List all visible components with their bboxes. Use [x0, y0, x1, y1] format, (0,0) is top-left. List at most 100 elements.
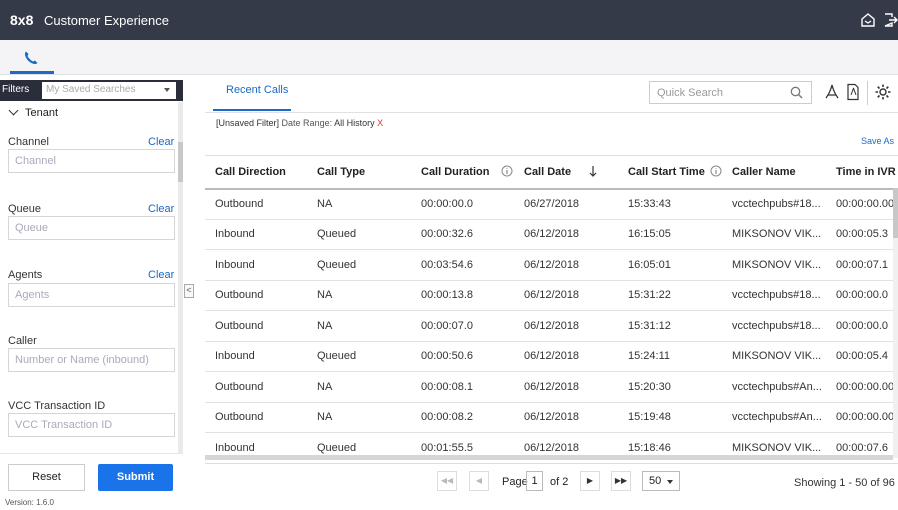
acrobat-icon[interactable] — [823, 83, 841, 101]
page-size-select[interactable]: 50 — [642, 471, 680, 491]
toolbar-divider — [867, 81, 868, 105]
quick-search-input[interactable]: Quick Search — [649, 81, 812, 104]
table-row[interactable]: Outbound NA 00:00:08.1 06/12/2018 15:20:30 vc… — [205, 371, 898, 403]
cell-call-duration: 00:00:13.8 — [411, 280, 514, 311]
pdf-export-icon[interactable] — [844, 83, 862, 101]
collapse-panel-button[interactable]: < — [184, 284, 194, 298]
remove-filter-icon[interactable]: X — [377, 118, 383, 128]
column-header-call-type[interactable]: Call Type — [307, 155, 411, 190]
cell-call-direction: Inbound — [205, 219, 307, 250]
cell-time-in-ivr: 00:00:00.0 — [826, 280, 898, 311]
column-header-call-direction[interactable]: Call Direction — [205, 155, 307, 190]
saved-searches-placeholder: My Saved Searches — [46, 84, 136, 95]
cell-call-duration: 00:00:08.1 — [411, 371, 514, 403]
table-horizontal-scrollbar[interactable] — [205, 455, 893, 460]
gear-icon[interactable] — [874, 83, 892, 101]
page-of-label: of 2 — [550, 476, 569, 488]
recent-calls-view: Recent Calls Quick Search [Unsaved Filte… — [205, 75, 898, 510]
cell-call-start-time: 15:20:30 — [618, 371, 722, 403]
cell-call-duration: 00:00:08.2 — [411, 402, 514, 433]
caller-label: Caller — [8, 335, 37, 347]
column-header-call-date[interactable]: Call Date — [514, 155, 618, 190]
cell-call-start-time: 15:31:12 — [618, 310, 722, 342]
previous-page-button[interactable]: ◀ — [469, 471, 489, 491]
cell-call-type: Queued — [307, 249, 411, 281]
info-icon[interactable] — [501, 165, 513, 177]
saved-searches-select[interactable]: My Saved Searches — [42, 82, 176, 99]
page-number-input[interactable]: 1 — [526, 471, 543, 491]
vcc-transaction-label: VCC Transaction ID — [8, 400, 106, 412]
chevron-down-icon — [164, 88, 170, 92]
cell-call-start-time: 15:33:43 — [618, 188, 722, 220]
submit-button[interactable]: Submit — [98, 464, 173, 491]
info-icon[interactable] — [710, 165, 722, 177]
vcc-transaction-input[interactable]: VCC Transaction ID — [8, 413, 175, 437]
column-header-call-start-time[interactable]: Call Start Time — [618, 155, 722, 190]
table-row[interactable]: Outbound NA 00:00:08.2 06/12/2018 15:19:48 vc… — [205, 402, 898, 433]
table-row[interactable]: Outbound NA 00:00:07.0 06/12/2018 15:31:12 vc… — [205, 310, 898, 342]
tab-calls[interactable] — [10, 46, 54, 74]
version-label: Version: 1.6.0 — [5, 498, 54, 507]
cell-call-date: 06/12/2018 — [514, 219, 618, 250]
agents-input[interactable]: Agents — [8, 283, 175, 307]
cell-call-duration: 00:03:54.6 — [411, 249, 514, 281]
table-row[interactable]: Outbound NA 00:00:00.0 06/27/2018 15:33:43 vc… — [205, 188, 898, 220]
table-row[interactable]: Inbound Queued 00:00:32.6 06/12/2018 16:15:0… — [205, 219, 898, 250]
cell-time-in-ivr: 00:00:00.00 — [826, 402, 898, 433]
cell-time-in-ivr: 00:00:00.0 — [826, 310, 898, 342]
agents-clear-link[interactable]: Clear — [148, 269, 174, 281]
table-row[interactable]: Inbound Queued 00:03:54.6 06/12/2018 16:05:0… — [205, 249, 898, 281]
table-vertical-scrollbar[interactable] — [893, 188, 898, 458]
save-as-link[interactable]: Save As — [861, 136, 894, 146]
last-page-button[interactable]: ▶▶ — [611, 471, 631, 491]
table-header-row: Call Direction Call Type Call Duration C… — [205, 155, 898, 190]
chevron-right-icon: ▶ — [586, 476, 594, 485]
tab-recent-calls[interactable]: Recent Calls — [213, 80, 291, 111]
cell-caller-name: vcctechpubs#18... — [722, 188, 826, 220]
cell-caller-name: MIKSONOV VIK... — [722, 249, 826, 281]
column-header-caller-name[interactable]: Caller Name — [722, 155, 826, 190]
unsaved-filter-label: [Unsaved Filter] — [216, 118, 280, 128]
column-header-call-duration[interactable]: Call Duration — [411, 155, 514, 190]
cell-call-date: 06/12/2018 — [514, 249, 618, 281]
cell-call-direction: Outbound — [205, 371, 307, 403]
table-row[interactable]: Inbound Queued 00:00:50.6 06/12/2018 15:24:1… — [205, 341, 898, 372]
brand-logo: 8x8 — [10, 12, 34, 28]
first-page-button[interactable]: ◀◀ — [437, 471, 457, 491]
channel-input[interactable]: Channel — [8, 149, 175, 173]
cell-call-date: 06/27/2018 — [514, 188, 618, 220]
phone-icon — [24, 51, 38, 65]
cell-caller-name: vcctechpubs#18... — [722, 280, 826, 311]
logout-icon[interactable] — [882, 12, 898, 28]
queue-input[interactable]: Queue — [8, 216, 175, 240]
cell-call-type: NA — [307, 280, 411, 311]
tenant-toggle[interactable]: Tenant — [8, 105, 58, 119]
filters-panel: Filters My Saved Searches Tenant Channel… — [0, 80, 183, 510]
cell-time-in-ivr: 00:00:07.1 — [826, 249, 898, 281]
cell-call-duration: 00:00:50.6 — [411, 341, 514, 372]
chevron-down-icon — [667, 480, 673, 484]
cell-caller-name: MIKSONOV VIK... — [722, 219, 826, 250]
column-header-time-in-ivr[interactable]: Time in IVR — [826, 155, 898, 190]
queue-clear-link[interactable]: Clear — [148, 203, 174, 215]
filters-label: Filters — [2, 84, 30, 95]
search-icon[interactable] — [790, 86, 803, 99]
cell-call-direction: Inbound — [205, 249, 307, 281]
agents-label: Agents — [8, 269, 43, 281]
sort-descending-icon[interactable] — [588, 165, 598, 178]
record-count: Showing 1 - 50 of 96 — [794, 477, 895, 489]
filters-scrollbar[interactable] — [178, 102, 183, 462]
filters-header: Filters My Saved Searches — [0, 80, 183, 101]
cell-call-type: NA — [307, 310, 411, 342]
reset-button[interactable]: Reset — [8, 464, 85, 491]
inbox-icon[interactable] — [860, 12, 876, 28]
cell-caller-name: MIKSONOV VIK... — [722, 341, 826, 372]
table-row[interactable]: Outbound NA 00:00:13.8 06/12/2018 15:31:22 vc… — [205, 280, 898, 311]
cell-call-direction: Outbound — [205, 310, 307, 342]
cell-call-start-time: 15:31:22 — [618, 280, 722, 311]
channel-label: Channel — [8, 136, 49, 148]
caller-input[interactable]: Number or Name (inbound) — [8, 348, 175, 372]
channel-clear-link[interactable]: Clear — [148, 136, 174, 148]
next-page-button[interactable]: ▶ — [580, 471, 600, 491]
page-label: Page — [502, 476, 528, 488]
